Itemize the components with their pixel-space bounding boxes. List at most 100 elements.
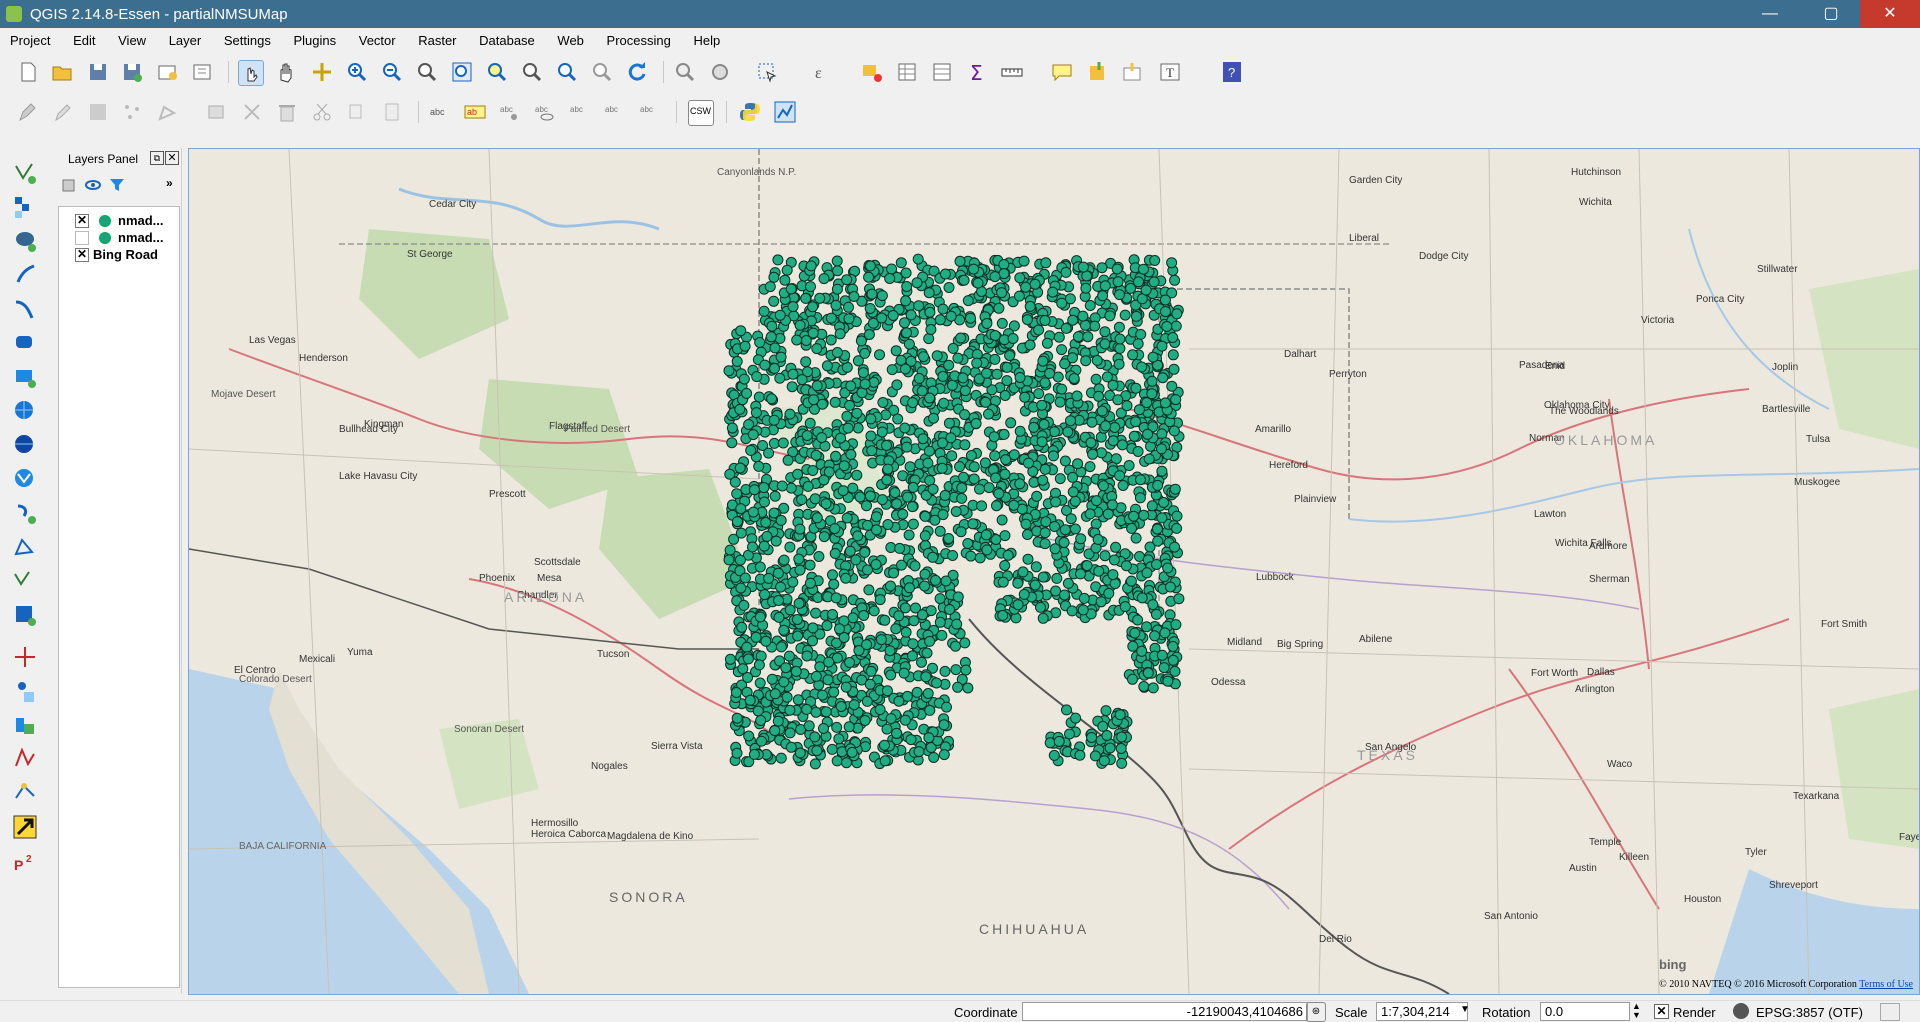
text-annotation-icon[interactable]: T xyxy=(1158,60,1182,84)
add-mssql-layer-icon[interactable] xyxy=(12,296,38,322)
add-virtual-layer-icon[interactable] xyxy=(12,534,38,560)
refresh-icon[interactable] xyxy=(625,60,649,84)
crs-globe-icon[interactable] xyxy=(1733,1003,1749,1019)
add-feature-icon[interactable] xyxy=(120,100,144,124)
toggle-extents-icon[interactable]: ⊛ xyxy=(1306,1002,1326,1022)
menu-database[interactable]: Database xyxy=(469,30,544,48)
crs-status[interactable]: EPSG:3857 (OTF) xyxy=(1756,1005,1863,1020)
open-project-icon[interactable] xyxy=(50,60,74,84)
attribute-table-icon[interactable] xyxy=(895,60,919,84)
python-console-icon[interactable] xyxy=(738,100,762,124)
minimize-button[interactable]: — xyxy=(1745,0,1795,28)
label-abc-icon[interactable]: abc xyxy=(428,100,452,124)
pan-to-selection-icon[interactable] xyxy=(310,60,334,84)
layer-row-3[interactable]: ✕ Bing Road xyxy=(65,247,179,263)
add-postgis-layer-icon[interactable] xyxy=(12,228,38,254)
menu-vector[interactable]: Vector xyxy=(349,30,405,48)
statistical-summary-icon[interactable] xyxy=(930,60,954,84)
layer-row-1[interactable]: ✕ nmad... xyxy=(65,213,179,229)
new-print-composer-icon[interactable] xyxy=(155,60,179,84)
select-features-icon[interactable] xyxy=(755,60,779,84)
messages-icon[interactable] xyxy=(1880,1003,1900,1021)
toggle-editing-icon[interactable] xyxy=(50,100,74,124)
add-db2-layer-icon[interactable] xyxy=(12,330,38,356)
zoom-out-icon[interactable] xyxy=(380,60,404,84)
add-raster-layer-icon[interactable] xyxy=(12,194,38,220)
deselect-features-icon[interactable] xyxy=(860,60,884,84)
rotate-label-icon[interactable]: abc xyxy=(603,100,627,124)
add-wfs-layer-icon[interactable] xyxy=(12,466,38,492)
save-as-icon[interactable] xyxy=(120,60,144,84)
move-feature-icon[interactable] xyxy=(155,100,179,124)
new-shapefile-layer-icon[interactable] xyxy=(12,568,38,594)
layer-row-2[interactable]: nmad... xyxy=(65,230,179,246)
zoom-in-icon[interactable] xyxy=(345,60,369,84)
help-icon[interactable]: ? xyxy=(1220,60,1244,84)
composer-manager-icon[interactable] xyxy=(190,60,214,84)
render-checkbox[interactable]: ✕ xyxy=(1654,1004,1669,1019)
add-spatialite-layer-icon[interactable] xyxy=(12,262,38,288)
float-panel-icon[interactable]: ⧉ xyxy=(150,151,164,165)
maximize-button[interactable]: ▢ xyxy=(1806,0,1856,28)
road-graph-icon[interactable] xyxy=(12,814,38,840)
add-delimited-text-layer-icon[interactable] xyxy=(12,500,38,526)
show-bookmarks-icon[interactable] xyxy=(1120,60,1144,84)
delete-selected-icon[interactable] xyxy=(240,100,264,124)
zoom-last-icon[interactable] xyxy=(555,60,579,84)
new-project-icon[interactable] xyxy=(16,60,40,84)
sum-icon[interactable]: Σ xyxy=(965,60,989,84)
menu-processing[interactable]: Processing xyxy=(597,30,680,48)
layer-visibility-checkbox[interactable]: ✕ xyxy=(75,248,89,262)
zoom-native-icon[interactable] xyxy=(415,60,439,84)
menu-edit[interactable]: Edit xyxy=(63,30,104,48)
layer-visibility-checkbox[interactable]: ✕ xyxy=(75,214,89,228)
select-by-expression-icon[interactable]: ε xyxy=(810,60,834,84)
zoom-next-icon[interactable] xyxy=(590,60,614,84)
copy-features-icon[interactable] xyxy=(345,100,369,124)
change-label-icon[interactable]: abc xyxy=(638,100,662,124)
more-tools-icon[interactable]: » xyxy=(166,176,173,190)
add-group-icon[interactable] xyxy=(60,176,78,194)
map-canvas[interactable]: Canyonlands N.P. Garden City Hutchinson Wic… xyxy=(188,148,1920,995)
menu-layer[interactable]: Layer xyxy=(159,30,211,48)
cut-features-icon[interactable] xyxy=(310,100,334,124)
action-icon[interactable] xyxy=(708,60,732,84)
save-project-icon[interactable] xyxy=(86,60,110,84)
add-wcs-layer-icon[interactable] xyxy=(12,432,38,458)
new-spatialite-layer-icon[interactable] xyxy=(12,602,38,628)
measure-line-icon[interactable] xyxy=(1000,60,1024,84)
filter-legend-icon[interactable] xyxy=(108,176,126,194)
spin-arrows-icon[interactable]: ▲ ▼ xyxy=(1632,1002,1641,1020)
menu-settings[interactable]: Settings xyxy=(214,30,280,48)
save-layer-edits-icon[interactable] xyxy=(86,100,110,124)
csw-button[interactable]: CSW xyxy=(688,100,714,126)
pan-map-icon[interactable] xyxy=(274,60,298,84)
show-hide-labels-icon[interactable]: abc xyxy=(533,100,557,124)
current-edits-icon[interactable] xyxy=(16,100,40,124)
node-tool-icon[interactable] xyxy=(205,100,229,124)
identify-features-icon[interactable] xyxy=(673,60,697,84)
menu-help[interactable]: Help xyxy=(683,30,729,48)
profile-tool-icon[interactable]: P2 xyxy=(12,850,38,876)
menu-plugins[interactable]: Plugins xyxy=(283,30,345,48)
gps-tools-icon[interactable] xyxy=(12,712,38,738)
manage-visibility-icon[interactable] xyxy=(84,176,102,194)
map-tips-icon[interactable] xyxy=(1050,60,1074,84)
pin-labels-icon[interactable]: abc xyxy=(498,100,522,124)
coordinate-field[interactable]: -12190043,4104686 xyxy=(1022,1002,1308,1021)
new-bookmark-icon[interactable] xyxy=(1085,60,1109,84)
add-wms-layer-icon[interactable] xyxy=(12,398,38,424)
close-button[interactable]: ✕ xyxy=(1860,0,1920,28)
menu-raster[interactable]: Raster xyxy=(408,30,465,48)
rotation-spinbox[interactable]: 0.0 xyxy=(1540,1002,1630,1021)
trash-icon[interactable] xyxy=(275,100,299,124)
layer-visibility-checkbox[interactable] xyxy=(75,231,89,245)
add-vector-layer-icon[interactable] xyxy=(12,160,38,186)
chart-plugin-icon[interactable] xyxy=(773,100,797,124)
label-highlight-icon[interactable]: ab xyxy=(463,100,487,124)
geometry-checker-icon[interactable] xyxy=(12,746,38,772)
chevron-down-icon[interactable]: ▼ xyxy=(1460,1004,1470,1015)
topology-checker-icon[interactable] xyxy=(12,780,38,806)
menu-web[interactable]: Web xyxy=(547,30,593,48)
menu-project[interactable]: Project xyxy=(0,30,59,48)
